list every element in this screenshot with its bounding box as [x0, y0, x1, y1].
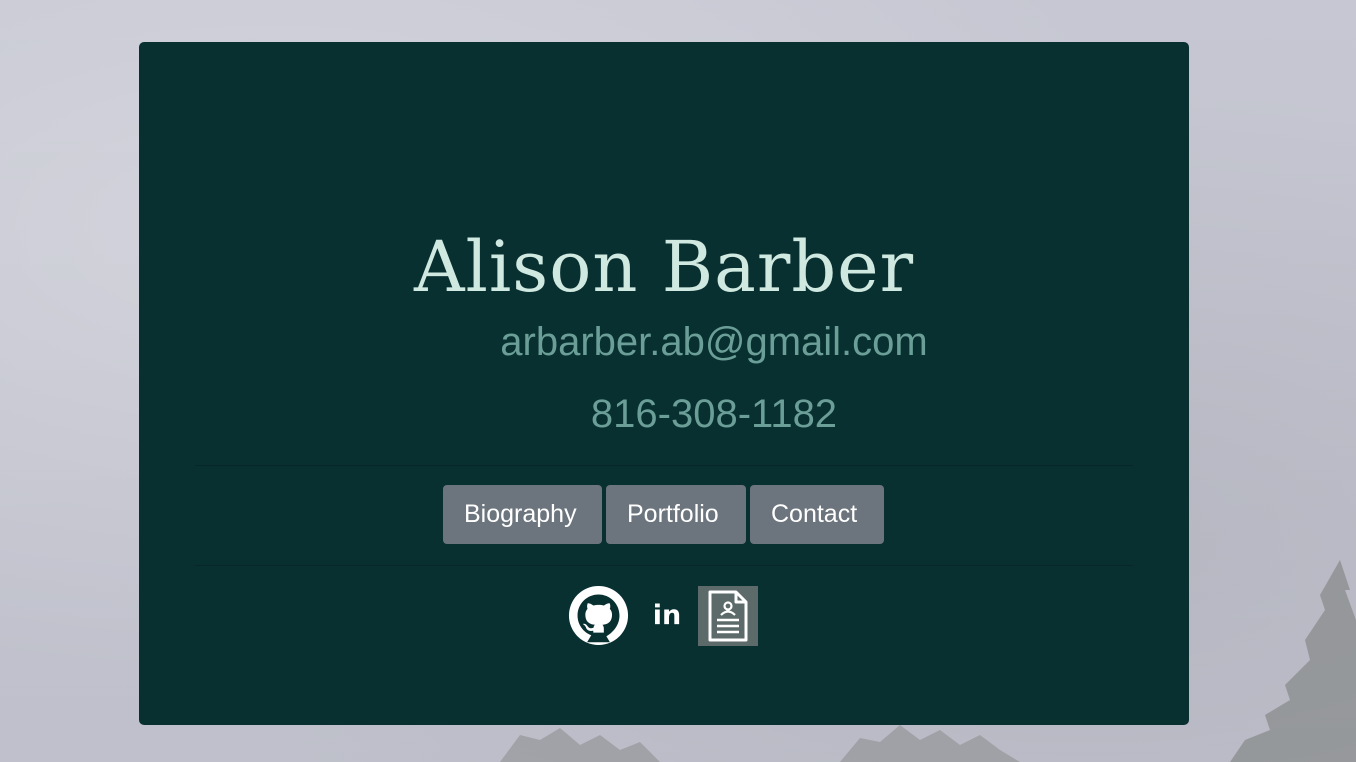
profile-email: arbarber.ab@gmail.com [500, 320, 928, 364]
github-icon[interactable] [568, 585, 629, 646]
contact-button[interactable]: Contact [750, 485, 884, 544]
social-links: in [568, 585, 758, 646]
resume-document-icon[interactable] [698, 585, 758, 646]
nav-buttons: Biography Portfolio Contact [443, 485, 884, 544]
divider-bottom [195, 565, 1133, 566]
divider-top [195, 465, 1133, 466]
resume-document-glyph [708, 590, 748, 641]
profile-name: Alison Barber [413, 226, 915, 308]
biography-button[interactable]: Biography [443, 485, 602, 544]
profile-phone: 816-308-1182 [590, 392, 838, 436]
portfolio-button[interactable]: Portfolio [606, 485, 746, 544]
linkedin-icon[interactable]: in [637, 586, 697, 646]
profile-card: Alison Barber arbarber.ab@gmail.com 816-… [139, 42, 1189, 725]
